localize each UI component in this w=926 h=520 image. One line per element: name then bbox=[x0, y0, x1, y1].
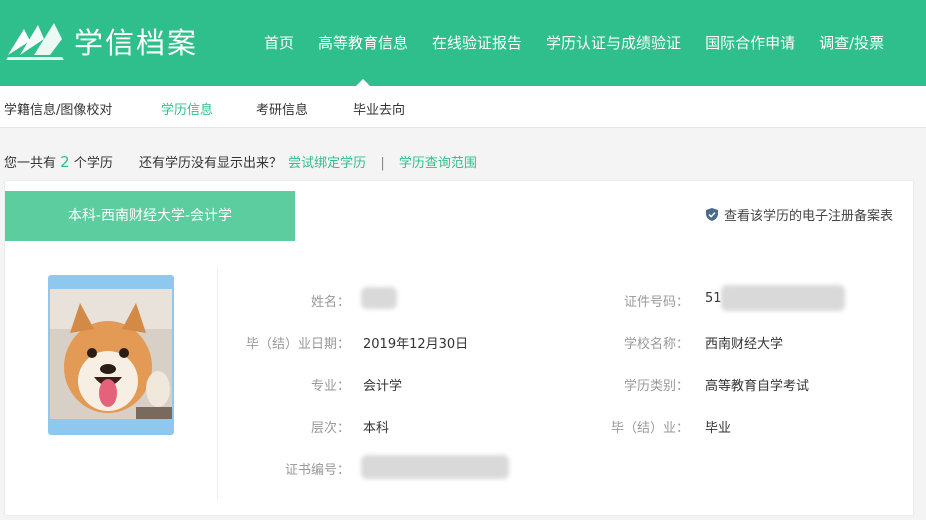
nav-higher-education[interactable]: 高等教育信息 bbox=[306, 0, 420, 86]
nav-online-verification[interactable]: 在线验证报告 bbox=[420, 0, 534, 86]
top-header: 学信档案 首页 高等教育信息 在线验证报告 学历认证与成绩验证 国际合作申请 调… bbox=[0, 0, 926, 86]
missing-degree-hint: 还有学历没有显示出来？ bbox=[139, 156, 283, 171]
separator: | bbox=[380, 156, 385, 171]
summary-suffix: 个学历 bbox=[73, 156, 113, 171]
tab-student-status[interactable]: 学籍信息/图像校对 bbox=[4, 99, 112, 118]
name-value-redacted bbox=[361, 287, 397, 309]
nav-home[interactable]: 首页 bbox=[252, 0, 306, 86]
logo[interactable]: 学信档案 bbox=[6, 20, 198, 62]
logo-text: 学信档案 bbox=[74, 26, 199, 60]
bind-degree-link[interactable]: 尝试绑定学历 bbox=[288, 156, 366, 171]
degree-title-tab[interactable]: 本科-西南财经大学-会计学 bbox=[5, 191, 295, 241]
school-name-label: 学校名称： bbox=[623, 337, 689, 352]
id-number-redacted bbox=[721, 285, 845, 311]
degree-summary: 您一共有 2 个学历 还有学历没有显示出来？ 尝试绑定学历 | 学历查询范围 bbox=[4, 152, 477, 171]
degree-count: 2 bbox=[60, 153, 70, 171]
id-number-value: 51 bbox=[705, 291, 722, 306]
certificate-number-label: 证书编号： bbox=[284, 463, 350, 478]
tab-graduation-destination[interactable]: 毕业去向 bbox=[353, 99, 405, 118]
student-photo bbox=[50, 289, 172, 419]
certificate-number-redacted bbox=[361, 455, 509, 479]
nav-survey[interactable]: 调查/投票 bbox=[807, 0, 896, 86]
degree-category-value: 高等教育自学考试 bbox=[705, 379, 810, 394]
summary-prefix: 您一共有 bbox=[4, 156, 57, 171]
degree-category-label: 学历类别： bbox=[623, 379, 689, 394]
id-number-label: 证件号码： bbox=[623, 295, 689, 310]
grad-date-label: 毕（结）业日期： bbox=[245, 337, 350, 352]
major-label: 专业： bbox=[310, 379, 350, 394]
tab-degree-info[interactable]: 学历信息 bbox=[161, 99, 213, 118]
graduation-status-value: 毕业 bbox=[705, 421, 732, 436]
book-logo-icon bbox=[6, 23, 64, 60]
graduation-status-label: 毕（结）业： bbox=[610, 421, 689, 436]
major-value: 会计学 bbox=[363, 379, 403, 394]
grad-date-value: 2019年12月30日 bbox=[363, 337, 469, 352]
student-photo-frame bbox=[48, 275, 174, 435]
registration-record-label: 查看该学历的电子注册备案表 bbox=[723, 209, 893, 224]
nav-international[interactable]: 国际合作申请 bbox=[693, 0, 807, 86]
name-label: 姓名： bbox=[310, 295, 350, 310]
level-label: 层次： bbox=[310, 421, 350, 436]
main-nav: 首页 高等教育信息 在线验证报告 学历认证与成绩验证 国际合作申请 调查/投票 bbox=[252, 0, 896, 86]
school-name-value: 西南财经大学 bbox=[705, 337, 784, 352]
tab-postgrad-exam[interactable]: 考研信息 bbox=[256, 99, 308, 118]
shiba-dog-photo-icon bbox=[50, 289, 172, 419]
degree-record-panel: 本科-西南财经大学-会计学 查看该学历的电子注册备案表 姓名： 毕（结）业日期：… bbox=[4, 180, 914, 516]
sub-nav: 学籍信息/图像校对 学历信息 考研信息 毕业去向 bbox=[0, 86, 926, 128]
nav-degree-certification[interactable]: 学历认证与成绩验证 bbox=[534, 0, 693, 86]
column-divider bbox=[217, 269, 218, 499]
level-value: 本科 bbox=[363, 421, 390, 436]
shield-icon bbox=[705, 208, 718, 221]
query-scope-link[interactable]: 学历查询范围 bbox=[399, 156, 477, 171]
registration-record-link[interactable]: 查看该学历的电子注册备案表 bbox=[705, 205, 893, 224]
